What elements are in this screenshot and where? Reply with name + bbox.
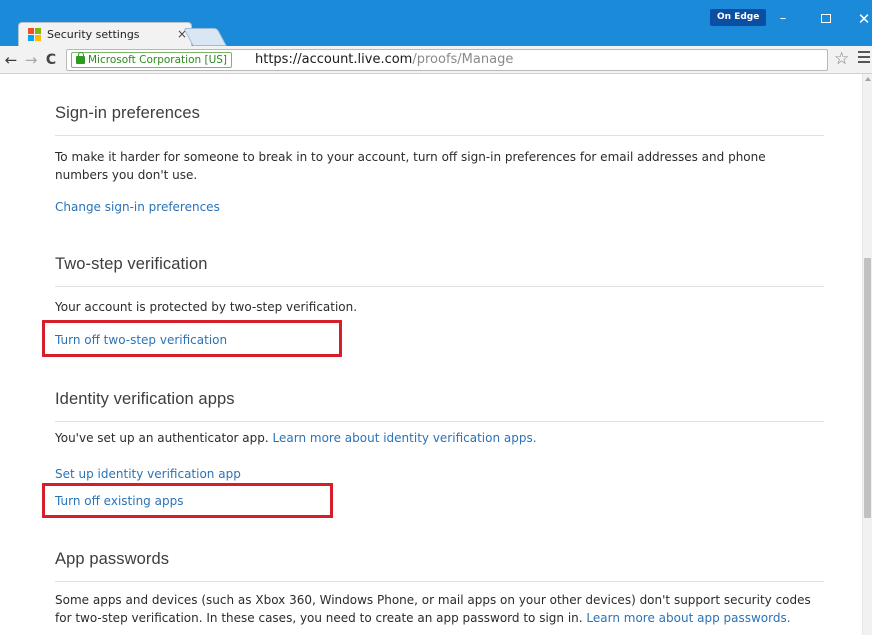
two-step-verification-description: Your account is protected by two-step ve…	[55, 300, 358, 314]
minimize-icon[interactable]: –	[771, 9, 795, 29]
bookmark-star-icon[interactable]: ☆	[834, 49, 849, 69]
section-divider	[55, 581, 824, 582]
browser-tab[interactable]: Security settings ×	[18, 22, 192, 46]
two-step-verification-heading: Two-step verification	[55, 255, 208, 273]
forward-arrow-icon[interactable]: →	[23, 50, 39, 70]
learn-more-identity-apps-link[interactable]: Learn more about identity verification a…	[273, 431, 537, 445]
url-path: /proofs/Manage	[412, 52, 514, 67]
identity-apps-description: You've set up an authenticator app. Lear…	[55, 429, 815, 447]
reload-icon[interactable]: C	[43, 50, 59, 70]
highlight-box-two-step	[42, 320, 342, 357]
change-signin-preferences-link[interactable]: Change sign-in preferences	[55, 198, 220, 216]
microsoft-logo-icon	[28, 28, 42, 42]
logo-square-yellow	[35, 35, 41, 41]
section-divider	[55, 135, 824, 136]
highlight-box-existing-apps	[42, 483, 333, 518]
signin-preferences-description: To make it harder for someone to break i…	[55, 150, 766, 182]
section-divider	[55, 421, 824, 422]
ev-certificate-label: Microsoft Corporation [US]	[88, 54, 228, 66]
hamburger-menu-icon[interactable]	[858, 51, 870, 66]
vertical-scrollbar[interactable]	[862, 74, 872, 635]
identity-verification-apps-heading: Identity verification apps	[55, 390, 235, 408]
tab-title: Security settings	[47, 28, 140, 41]
close-window-icon[interactable]: ✕	[852, 9, 872, 29]
url-scheme: https://	[255, 52, 302, 67]
title-bar: Security settings × On Edge – ✕	[0, 0, 872, 46]
menu-line	[858, 51, 870, 53]
logo-square-blue	[28, 35, 34, 41]
profile-badge[interactable]: On Edge	[710, 9, 767, 26]
logo-square-red	[28, 28, 34, 34]
back-arrow-icon[interactable]: ←	[3, 50, 19, 70]
scrollbar-thumb[interactable]	[864, 258, 871, 518]
app-passwords-description: Some apps and devices (such as Xbox 360,…	[55, 591, 815, 627]
signin-preferences-heading: Sign-in preferences	[55, 104, 200, 122]
section-divider	[55, 286, 824, 287]
menu-line	[858, 56, 870, 58]
scroll-up-arrow-icon[interactable]	[865, 77, 871, 81]
maximize-square	[821, 14, 831, 23]
learn-more-app-passwords-link[interactable]: Learn more about app passwords.	[586, 611, 790, 625]
maximize-icon[interactable]	[814, 9, 838, 29]
url-text[interactable]: https://account.live.com/proofs/Manage	[255, 52, 513, 68]
logo-square-green	[35, 28, 41, 34]
lock-icon	[76, 52, 85, 64]
address-bar[interactable]: Microsoft Corporation [US] https://accou…	[66, 49, 828, 71]
identity-apps-description-text: You've set up an authenticator app.	[55, 431, 269, 445]
setup-identity-app-link[interactable]: Set up identity verification app	[55, 465, 241, 483]
url-host: account.live.com	[301, 52, 413, 67]
ev-certificate-badge[interactable]: Microsoft Corporation [US]	[71, 52, 233, 68]
page-content: Sign-in preferences To make it harder fo…	[0, 74, 862, 635]
menu-line	[858, 61, 870, 63]
app-passwords-heading: App passwords	[55, 550, 170, 568]
browser-toolbar: ← → C Microsoft Corporation [US] https:/…	[0, 46, 872, 74]
